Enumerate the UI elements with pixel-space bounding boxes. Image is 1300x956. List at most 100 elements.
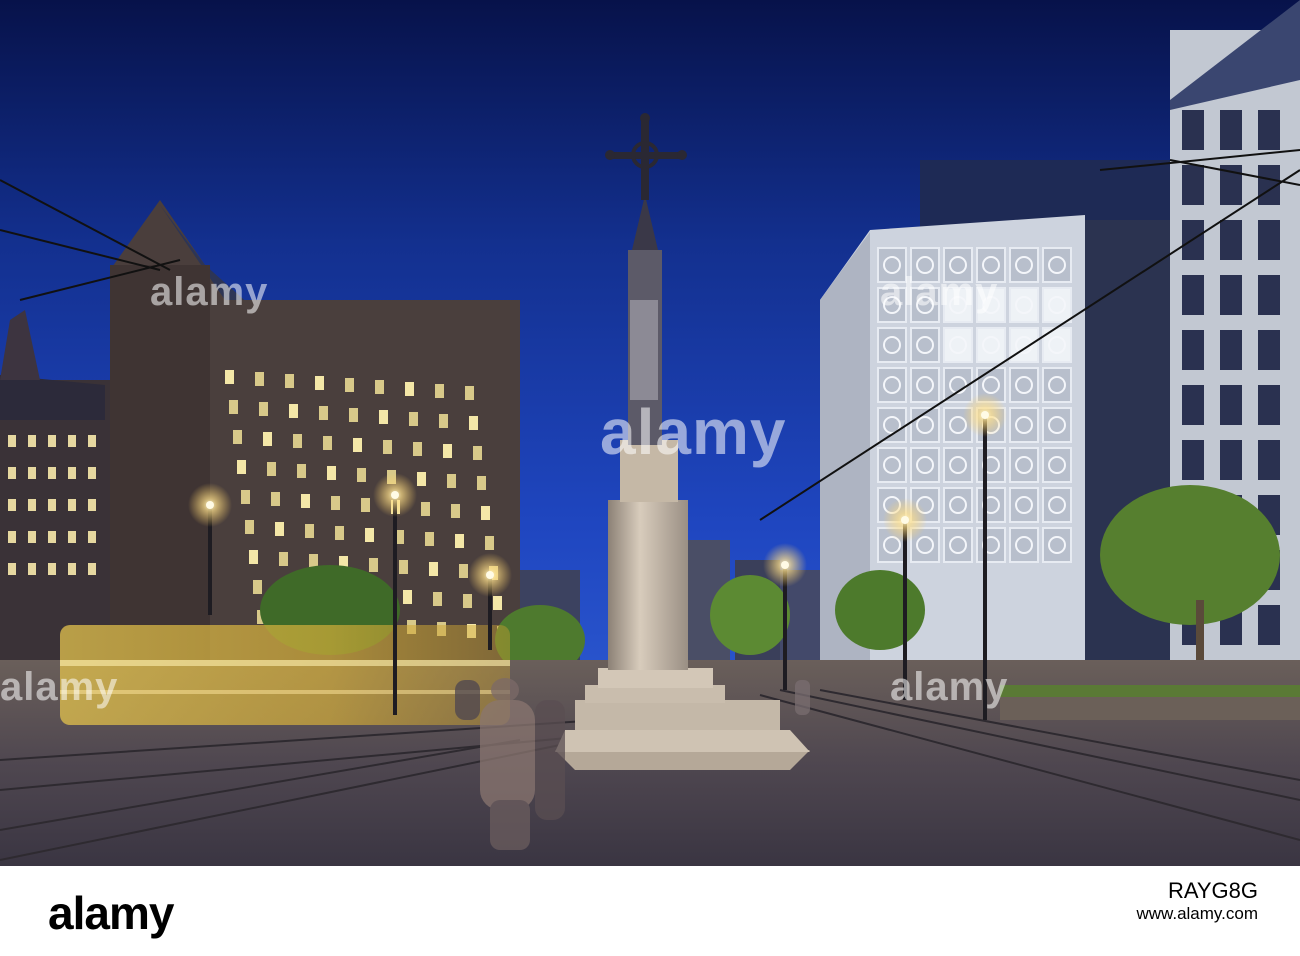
lattice-panel	[877, 407, 907, 443]
window	[68, 531, 76, 543]
window	[279, 552, 288, 566]
window	[271, 492, 280, 506]
lattice-panel	[943, 247, 973, 283]
tower-window	[1258, 110, 1280, 150]
window	[425, 532, 434, 546]
window	[259, 402, 268, 416]
window	[357, 468, 366, 482]
window	[379, 410, 388, 424]
lattice-panel	[910, 247, 940, 283]
window	[241, 490, 250, 504]
tower-window	[1220, 330, 1242, 370]
window	[375, 380, 384, 394]
lamp-light	[391, 491, 399, 499]
window	[88, 467, 96, 479]
lattice-panel	[943, 447, 973, 483]
planter-plants	[1000, 685, 1300, 697]
window	[451, 504, 460, 518]
window	[413, 442, 422, 456]
window	[465, 386, 474, 400]
window	[88, 531, 96, 543]
tower-window	[1220, 220, 1242, 260]
window	[285, 374, 294, 388]
window	[327, 466, 336, 480]
window	[8, 435, 16, 447]
lattice-panel	[910, 367, 940, 403]
lattice-panel	[943, 527, 973, 563]
window	[255, 372, 264, 386]
window	[481, 506, 490, 520]
lattice-panel	[976, 287, 1006, 323]
lattice-panel	[976, 327, 1006, 363]
watermark-footer: alamy RAYG8G www.alamy.com	[0, 866, 1300, 956]
tower-window	[1258, 605, 1280, 645]
planter	[1000, 695, 1300, 720]
tower-window	[1182, 330, 1204, 370]
tower-window	[1182, 165, 1204, 205]
window	[421, 502, 430, 516]
window	[399, 560, 408, 574]
window	[253, 580, 262, 594]
window	[365, 528, 374, 542]
window	[485, 536, 494, 550]
window	[229, 400, 238, 414]
window	[68, 467, 76, 479]
tower-window	[1182, 275, 1204, 315]
window	[48, 467, 56, 479]
lattice-panel	[976, 447, 1006, 483]
window	[88, 499, 96, 511]
lamp-light	[901, 516, 909, 524]
tower-window	[1258, 385, 1280, 425]
window	[429, 562, 438, 576]
window	[369, 558, 378, 572]
window	[68, 563, 76, 575]
lattice-panel	[976, 247, 1006, 283]
lattice-panel	[1042, 407, 1072, 443]
lattice-panel	[1042, 247, 1072, 283]
window	[319, 406, 328, 420]
window	[263, 432, 272, 446]
lattice-panel	[1042, 447, 1072, 483]
lattice-panel	[1042, 367, 1072, 403]
lattice-panel	[1009, 407, 1039, 443]
lattice-panel	[943, 287, 973, 323]
window	[477, 476, 486, 490]
window	[315, 376, 324, 390]
lattice-panel	[910, 327, 940, 363]
window	[28, 531, 36, 543]
window	[267, 462, 276, 476]
tower-window	[1182, 110, 1204, 150]
window	[245, 520, 254, 534]
tower-window	[1220, 110, 1242, 150]
window	[405, 382, 414, 396]
window	[233, 430, 242, 444]
window	[459, 564, 468, 578]
lamp-light	[206, 501, 214, 509]
lattice-panel	[1009, 247, 1039, 283]
window	[403, 590, 412, 604]
window	[335, 526, 344, 540]
lattice-panel	[877, 367, 907, 403]
window	[297, 464, 306, 478]
lattice-panel	[1009, 487, 1039, 523]
window	[417, 472, 426, 486]
window	[48, 435, 56, 447]
lattice-panel	[1009, 287, 1039, 323]
lamp-light	[486, 571, 494, 579]
tower-window	[1258, 440, 1280, 480]
image-id: RAYG8G	[1167, 878, 1258, 903]
lattice-panel	[1009, 447, 1039, 483]
lattice-panel	[1042, 287, 1072, 323]
tower-window	[1258, 220, 1280, 260]
window	[349, 408, 358, 422]
window	[293, 434, 302, 448]
window	[455, 534, 464, 548]
window	[323, 436, 332, 450]
window	[439, 414, 448, 428]
window	[305, 524, 314, 538]
window	[289, 404, 298, 418]
photo: alamy alamy alamy alamy alamy	[0, 0, 1300, 866]
window	[8, 563, 16, 575]
lattice-panel	[976, 487, 1006, 523]
window	[28, 499, 36, 511]
